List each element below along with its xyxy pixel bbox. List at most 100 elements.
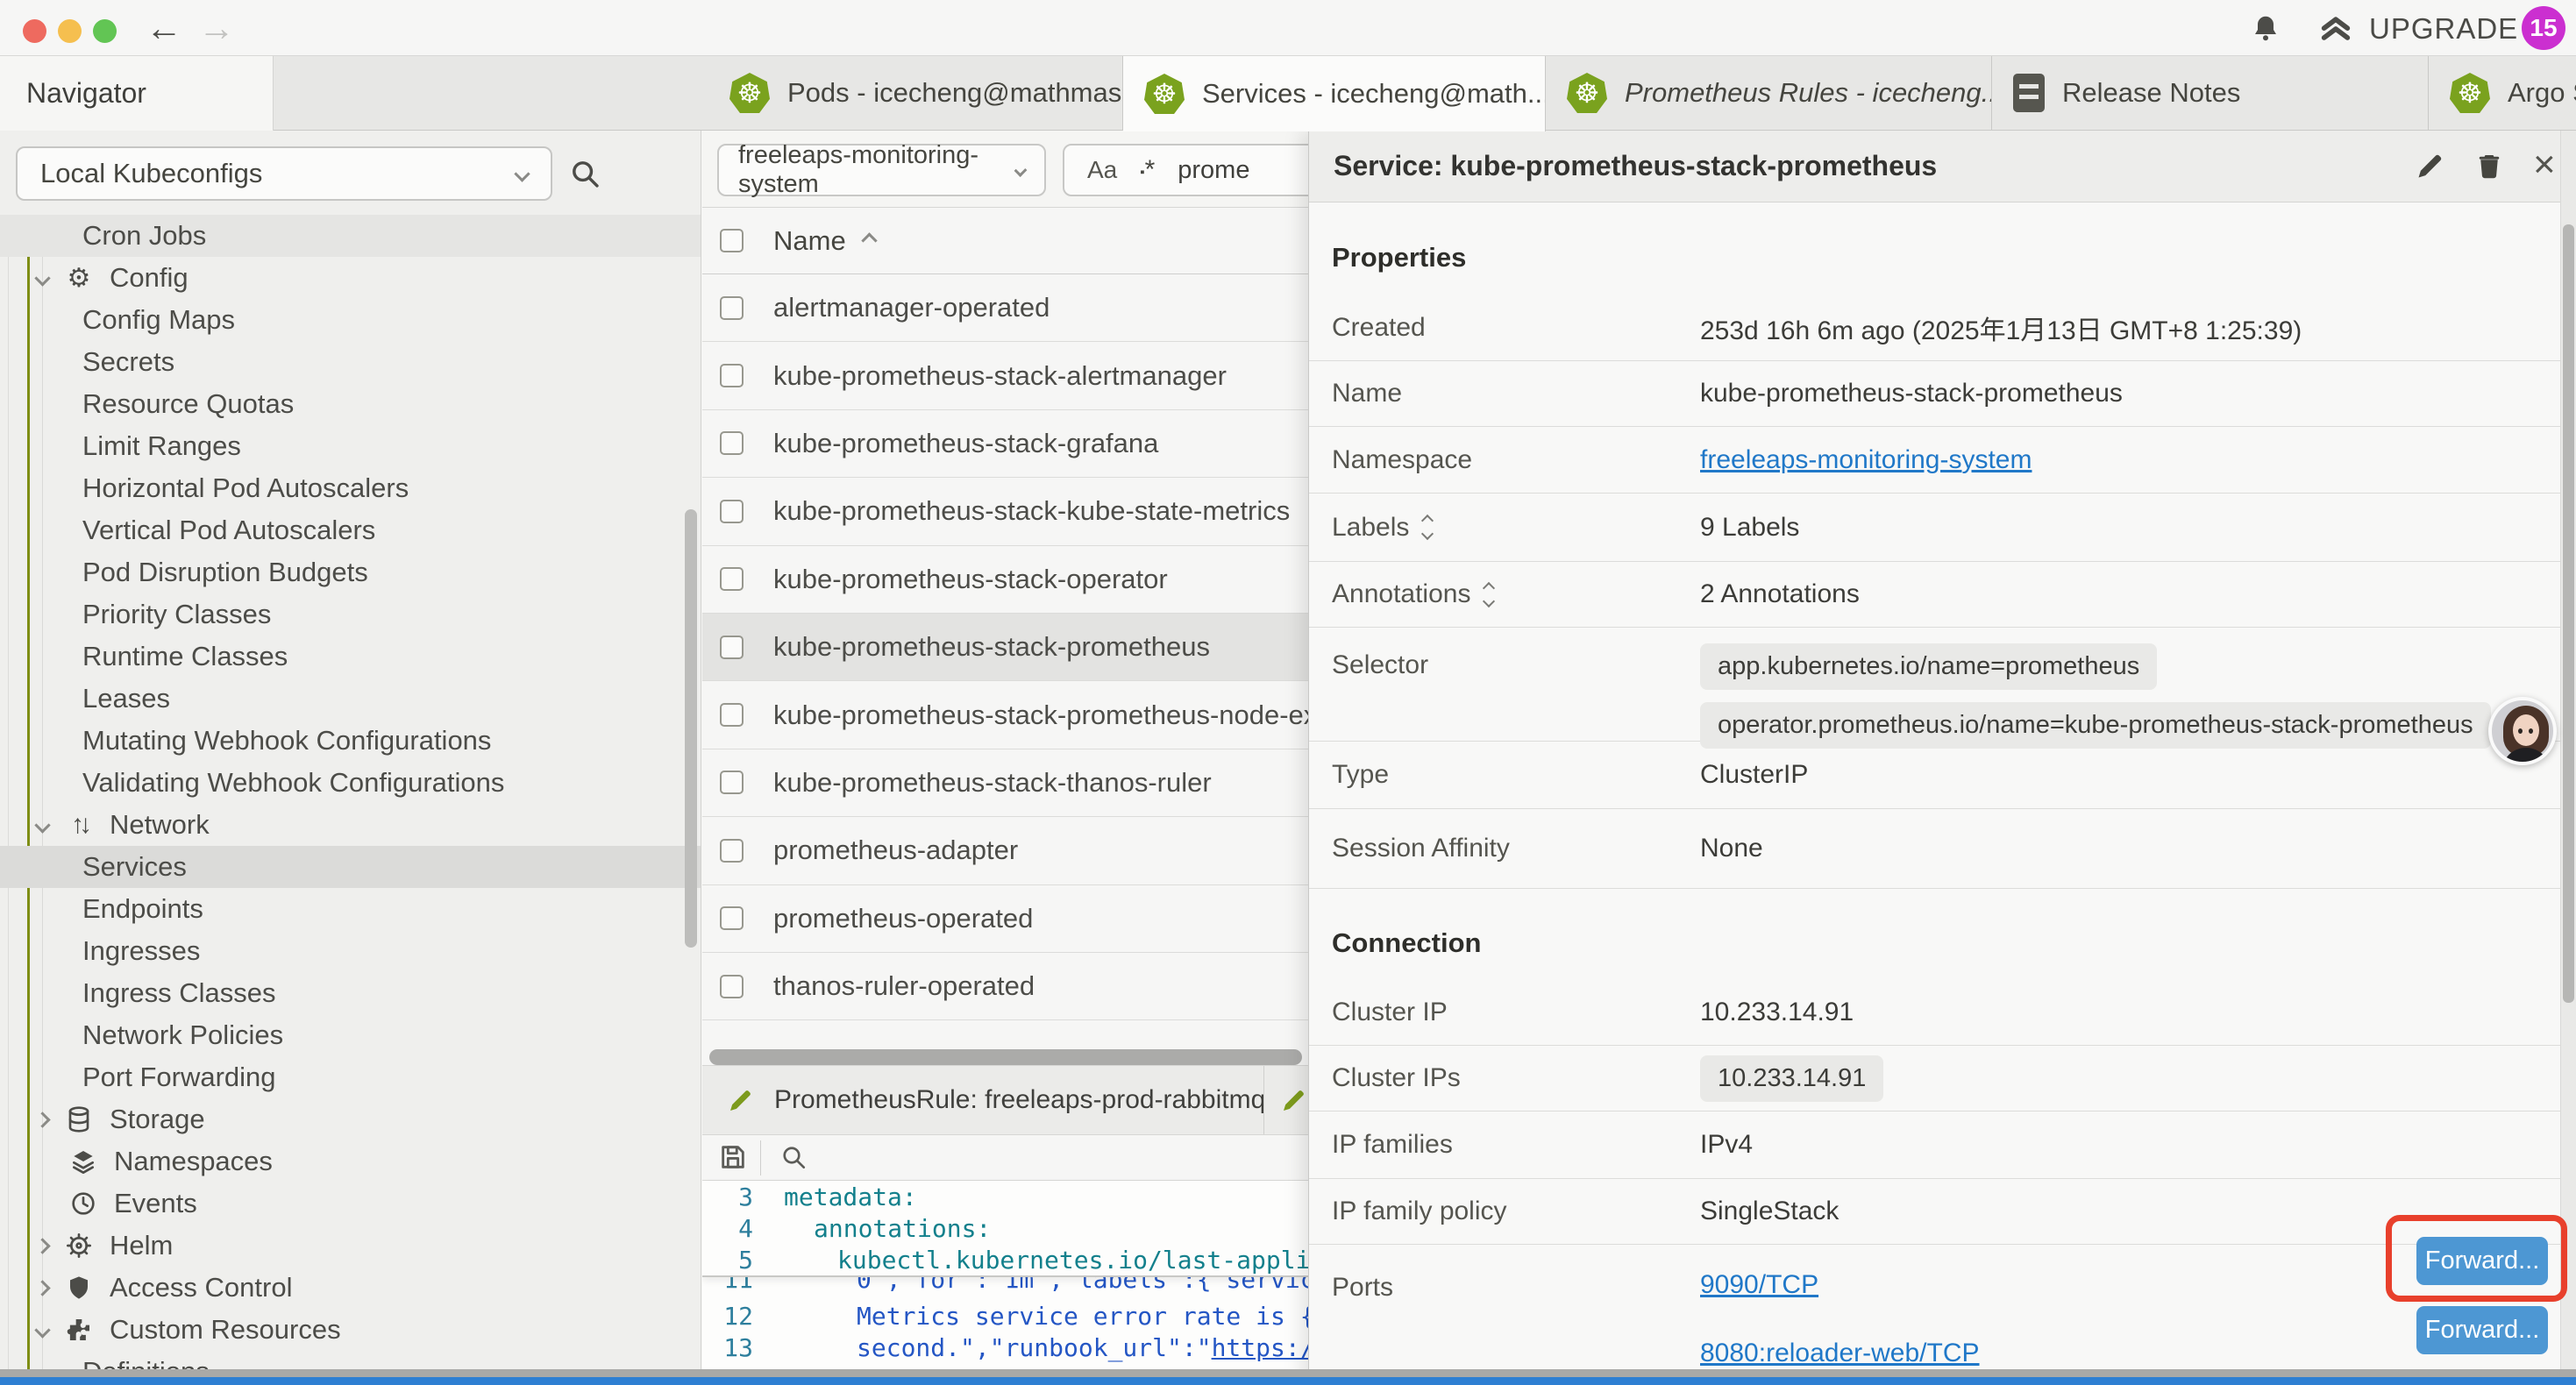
detail-scrollbar-thumb[interactable] [2563, 224, 2574, 1003]
code-link[interactable]: https://net [1212, 1333, 1308, 1362]
table-row[interactable]: kube-prometheus-stack-thanos-ruler [702, 749, 1308, 817]
sidebar-item-network[interactable]: ↑↓Network [0, 804, 701, 846]
sidebar-item-cron-jobs[interactable]: Cron Jobs [0, 215, 701, 257]
close-panel-icon[interactable]: × [2533, 143, 2556, 187]
minimize-window-button[interactable] [58, 19, 82, 43]
row-checkbox[interactable] [720, 906, 744, 930]
sidebar-item-mutating-webhook-configurations[interactable]: Mutating Webhook Configurations [0, 720, 701, 762]
kubernetes-icon: ☸ [729, 73, 770, 113]
sidebar-item-runtime-classes[interactable]: Runtime Classes [0, 636, 701, 678]
sort-toggle-icon[interactable] [1423, 516, 1432, 538]
sidebar-item-horizontal-pod-autoscalers[interactable]: Horizontal Pod Autoscalers [0, 467, 701, 509]
maximize-window-button[interactable] [93, 19, 117, 43]
sidebar-item-ingresses[interactable]: Ingresses [0, 930, 701, 972]
user-avatar[interactable] [2488, 697, 2557, 765]
notifications-bell-icon[interactable] [2250, 12, 2281, 46]
sidebar-item-vertical-pod-autoscalers[interactable]: Vertical Pod Autoscalers [0, 509, 701, 551]
forward-button-8080[interactable]: Forward... [2416, 1306, 2548, 1354]
save-icon[interactable] [718, 1142, 748, 1172]
table-row[interactable]: kube-prometheus-stack-alertmanager [702, 342, 1308, 409]
yaml-editor[interactable]: 3metadata: 4annotations: 5kubectl.kubern… [702, 1181, 1308, 1385]
row-checkbox[interactable] [720, 431, 744, 455]
forward-button[interactable]: → [198, 5, 235, 51]
sidebar-scrollbar[interactable] [685, 509, 697, 948]
back-button[interactable]: ← [146, 5, 182, 51]
sidebar-item-resource-quotas[interactable]: Resource Quotas [0, 383, 701, 425]
tab-prometheus-rules[interactable]: ☸ Prometheus Rules - icecheng... [1546, 56, 1992, 130]
row-checkbox[interactable] [720, 839, 744, 863]
close-window-button[interactable] [23, 19, 46, 43]
navigator-panel-tab[interactable]: Navigator [0, 56, 274, 131]
sidebar-item-config-maps[interactable]: Config Maps [0, 299, 701, 341]
table-row[interactable]: alertmanager-operated [702, 274, 1308, 342]
match-case-icon[interactable]: Aa [1087, 156, 1117, 184]
detail-scrollbar-track[interactable] [2560, 131, 2576, 1385]
row-checkbox[interactable] [720, 975, 744, 998]
sidebar-item-pod-disruption-budgets[interactable]: Pod Disruption Budgets [0, 551, 701, 593]
row-value[interactable]: 2 Annotations [1700, 579, 1860, 609]
row-checkbox[interactable] [720, 703, 744, 727]
sidebar-item-services[interactable]: Services [0, 846, 701, 888]
column-header-name[interactable]: Name [773, 225, 875, 257]
tab-pods[interactable]: ☸ Pods - icecheng@mathmas... [708, 56, 1123, 130]
tab-services[interactable]: ☸ Services - icecheng@math... × [1123, 56, 1546, 131]
sort-toggle-icon[interactable] [1484, 584, 1493, 606]
service-name: prometheus-adapter [773, 835, 1018, 866]
sidebar-item-leases[interactable]: Leases [0, 678, 701, 720]
sidebar-item-endpoints[interactable]: Endpoints [0, 888, 701, 930]
upgrade-button[interactable]: UPGRADE [2316, 9, 2518, 49]
table-row[interactable]: kube-prometheus-stack-prometheus-node-ex… [702, 681, 1308, 749]
row-checkbox[interactable] [720, 500, 744, 523]
table-row[interactable]: kube-prometheus-stack-operator [702, 546, 1308, 614]
select-all-checkbox[interactable] [720, 229, 744, 252]
kubeconfig-selector[interactable]: Local Kubeconfigs [16, 146, 552, 201]
table-row[interactable]: prometheus-adapter [702, 817, 1308, 884]
search-input[interactable]: Aa ▪* prome [1063, 144, 1308, 196]
search-icon[interactable] [568, 157, 601, 190]
sidebar-item-config[interactable]: ⚙Config [0, 257, 701, 299]
sidebar-item-events[interactable]: Events [0, 1183, 701, 1225]
row-checkbox[interactable] [720, 296, 744, 320]
sidebar-item-secrets[interactable]: Secrets [0, 341, 701, 383]
row-label: Created [1332, 313, 1700, 343]
sidebar-item-access-control[interactable]: Access Control [0, 1267, 701, 1309]
notification-count-badge[interactable]: 15 [2522, 6, 2565, 50]
regex-icon[interactable]: ▪* [1140, 155, 1155, 185]
row-checkbox[interactable] [720, 636, 744, 659]
horizontal-scrollbar[interactable] [709, 1049, 1302, 1065]
row-checkbox[interactable] [720, 771, 744, 794]
row-checkbox[interactable] [720, 364, 744, 387]
table-row[interactable]: kube-prometheus-stack-kube-state-metrics [702, 478, 1308, 545]
port-link-9090[interactable]: 9090/TCP [1700, 1261, 1980, 1309]
window-title-bar: ← → UPGRADE 15 [0, 0, 2576, 56]
table-row[interactable]: thanos-ruler-operated [702, 953, 1308, 1020]
sidebar-item-namespaces[interactable]: Namespaces [0, 1140, 701, 1183]
row-checkbox[interactable] [720, 567, 744, 591]
namespace-link[interactable]: freeleaps-monitoring-system [1700, 445, 2032, 475]
dock-tab-partial[interactable] [1264, 1066, 1308, 1134]
sidebar-item-helm[interactable]: Helm [0, 1225, 701, 1267]
row-value[interactable]: 9 Labels [1700, 513, 1799, 543]
sidebar-item-limit-ranges[interactable]: Limit Ranges [0, 425, 701, 467]
dock-tab-prometheusrule[interactable]: PrometheusRule: freeleaps-prod-rabbitmq [702, 1066, 1264, 1134]
sidebar-item-validating-webhook-configurations[interactable]: Validating Webhook Configurations [0, 762, 701, 804]
sidebar-item-storage[interactable]: Storage [0, 1098, 701, 1140]
table-row-selected[interactable]: kube-prometheus-stack-prometheus [702, 614, 1308, 681]
sidebar-item-priority-classes[interactable]: Priority Classes [0, 593, 701, 636]
editor-clipped-line: 110","for":"1m","labels":{"service":"f [702, 1277, 1308, 1300]
namespace-filter-select[interactable]: freeleaps-monitoring-system [717, 144, 1046, 196]
sidebar-item-ingress-classes[interactable]: Ingress Classes [0, 972, 701, 1014]
search-icon[interactable] [779, 1143, 808, 1171]
delete-trash-icon[interactable] [2473, 150, 2505, 181]
tab-release-notes[interactable]: Release Notes [1992, 56, 2429, 130]
table-row[interactable]: prometheus-operated [702, 885, 1308, 953]
helm-wheel-icon [62, 1232, 96, 1260]
detail-row-session-affinity: Session Affinity None [1309, 809, 2576, 889]
sidebar-item-custom-resources[interactable]: Custom Resources [0, 1309, 701, 1351]
tab-argo[interactable]: ☸ Argo Se [2429, 56, 2576, 130]
table-row[interactable]: kube-prometheus-stack-grafana [702, 410, 1308, 478]
row-label: Cluster IPs [1332, 1063, 1700, 1093]
sidebar-item-port-forwarding[interactable]: Port Forwarding [0, 1056, 701, 1098]
sidebar-item-network-policies[interactable]: Network Policies [0, 1014, 701, 1056]
edit-pencil-icon[interactable] [2415, 150, 2446, 181]
